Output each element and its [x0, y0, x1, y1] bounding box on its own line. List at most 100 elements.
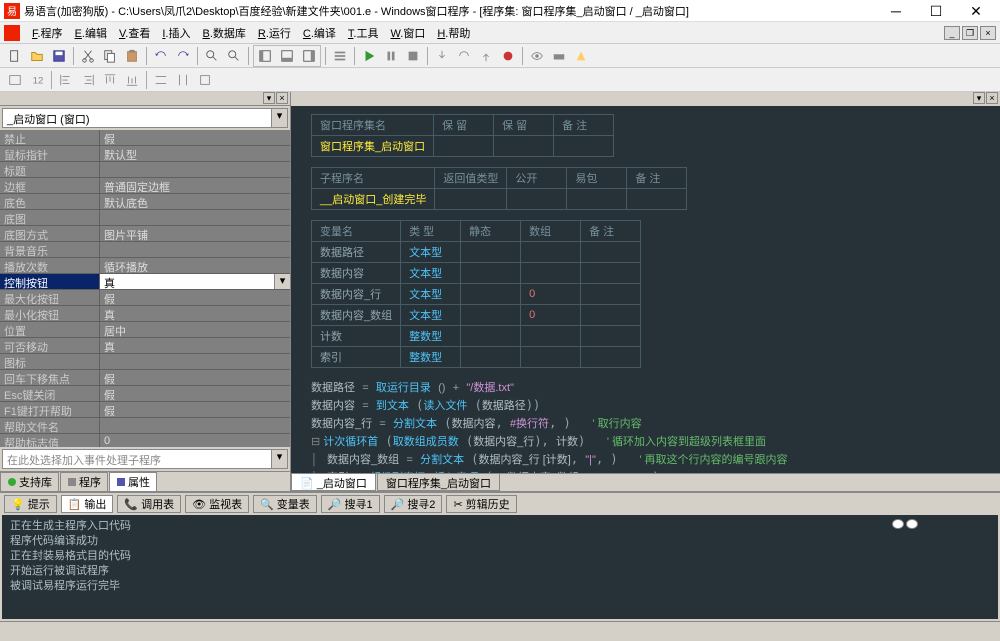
same-size-button[interactable]: [194, 70, 216, 90]
menu-v[interactable]: V.查看: [113, 23, 156, 43]
property-row[interactable]: 底色默认底色: [0, 194, 290, 210]
property-row[interactable]: 图标: [0, 354, 290, 370]
close-button[interactable]: ✕: [956, 0, 996, 22]
property-row[interactable]: 标题: [0, 162, 290, 178]
output-tab-7[interactable]: ✂ 剪辑历史: [446, 495, 516, 513]
same-height-button[interactable]: [172, 70, 194, 90]
event-selector[interactable]: 在此处选择加入事件处理子程序 ▾: [2, 449, 288, 469]
property-value[interactable]: 普通固定边框: [100, 178, 290, 193]
mdi-minimize-button[interactable]: _: [944, 26, 960, 40]
step-into-button[interactable]: [431, 46, 453, 66]
property-value[interactable]: 图片平铺: [100, 226, 290, 241]
step-out-button[interactable]: [475, 46, 497, 66]
property-row[interactable]: 鼠标指针默认型: [0, 146, 290, 162]
same-width-button[interactable]: [150, 70, 172, 90]
property-row[interactable]: 位置居中: [0, 322, 290, 338]
output-tab-0[interactable]: 💡 提示: [4, 495, 57, 513]
stop-button[interactable]: [402, 46, 424, 66]
property-value[interactable]: 假: [100, 290, 290, 305]
property-row[interactable]: 帮助标志值0: [0, 434, 290, 447]
align-left-button[interactable]: [55, 70, 77, 90]
save-button[interactable]: [48, 46, 70, 66]
dropdown-icon[interactable]: ▾: [271, 450, 287, 468]
tab-support-lib[interactable]: 支持库: [0, 472, 59, 491]
menu-b[interactable]: B.数据库: [196, 23, 251, 43]
property-row[interactable]: 帮助文件名: [0, 418, 290, 434]
property-row[interactable]: 禁止假: [0, 130, 290, 146]
align-top-button[interactable]: [99, 70, 121, 90]
cut-button[interactable]: [77, 46, 99, 66]
output-content[interactable]: 正在生成主程序入口代码程序代码编译成功正在封装易格式目的代码开始运行被调试程序被…: [2, 515, 998, 619]
property-row[interactable]: 播放次数循环播放: [0, 258, 290, 274]
menu-e[interactable]: E.编辑: [69, 23, 113, 43]
property-value[interactable]: [100, 210, 290, 225]
watch-button[interactable]: [526, 46, 548, 66]
property-value[interactable]: [100, 418, 290, 433]
panel-toggle-1[interactable]: [254, 46, 276, 66]
property-row[interactable]: 最大化按钮假: [0, 290, 290, 306]
compile-button[interactable]: [548, 46, 570, 66]
menu-f[interactable]: F.程序: [26, 23, 69, 43]
code-editor[interactable]: 窗口程序集名保 留保 留备 注 窗口程序集_启动窗口 子程序名返回值类型公开易包…: [291, 106, 1000, 473]
output-tab-6[interactable]: 🔎 搜寻2: [384, 495, 443, 513]
editor-close-button[interactable]: ×: [986, 92, 998, 104]
menu-h[interactable]: H.帮助: [431, 23, 476, 43]
property-row[interactable]: 最小化按钮真: [0, 306, 290, 322]
property-value[interactable]: 假: [100, 402, 290, 417]
redo-button[interactable]: [172, 46, 194, 66]
find-next-button[interactable]: [223, 46, 245, 66]
editor-tab-window[interactable]: 📄 _启动窗口: [291, 474, 376, 491]
output-tab-4[interactable]: 🔍 变量表: [253, 495, 317, 513]
tab-properties[interactable]: 属性: [109, 472, 157, 491]
property-row[interactable]: 底图: [0, 210, 290, 226]
property-value[interactable]: 假: [100, 370, 290, 385]
property-value[interactable]: [100, 354, 290, 369]
editor-tab-assembly[interactable]: 窗口程序集_启动窗口: [377, 474, 500, 491]
property-value[interactable]: 真: [100, 306, 290, 321]
maximize-button[interactable]: ☐: [916, 0, 956, 22]
property-grid[interactable]: 禁止假鼠标指针默认型标题边框普通固定边框底色默认底色底图底图方式图片平铺背景音乐…: [0, 130, 290, 447]
menu-w[interactable]: W.窗口: [384, 23, 431, 43]
property-row[interactable]: 可否移动真: [0, 338, 290, 354]
property-row[interactable]: 背景音乐: [0, 242, 290, 258]
copy-button[interactable]: [99, 46, 121, 66]
build-button[interactable]: [570, 46, 592, 66]
menu-t[interactable]: T.工具: [342, 23, 385, 43]
panel-toggle-3[interactable]: [298, 46, 320, 66]
object-selector[interactable]: _启动窗口 (窗口) ▾: [2, 108, 288, 128]
output-tab-1[interactable]: 📋 输出: [61, 495, 114, 513]
undo-button[interactable]: [150, 46, 172, 66]
property-row[interactable]: 边框普通固定边框: [0, 178, 290, 194]
output-tab-5[interactable]: 🔎 搜寻1: [321, 495, 380, 513]
find-button[interactable]: [201, 46, 223, 66]
paste-button[interactable]: [121, 46, 143, 66]
property-row[interactable]: Esc键关闭假: [0, 386, 290, 402]
output-tab-3[interactable]: 👁 监视表: [185, 495, 249, 513]
tab-order-button[interactable]: 12: [26, 70, 48, 90]
property-value[interactable]: [100, 162, 290, 177]
align-right-button[interactable]: [77, 70, 99, 90]
dropdown-icon[interactable]: ▾: [274, 274, 290, 289]
mdi-close-button[interactable]: ×: [980, 26, 996, 40]
breakpoint-button[interactable]: [497, 46, 519, 66]
tab-program[interactable]: 程序: [60, 472, 108, 491]
panel-close-button[interactable]: ×: [276, 92, 288, 104]
property-value[interactable]: 真: [100, 274, 274, 289]
menu-c[interactable]: C.编译: [297, 23, 342, 43]
property-value[interactable]: 循环播放: [100, 258, 290, 273]
property-value[interactable]: [100, 242, 290, 257]
property-value[interactable]: 0: [100, 434, 290, 447]
run-button[interactable]: [358, 46, 380, 66]
property-value[interactable]: 默认底色: [100, 194, 290, 209]
preview-button[interactable]: [4, 70, 26, 90]
property-value[interactable]: 默认型: [100, 146, 290, 161]
align-bottom-button[interactable]: [121, 70, 143, 90]
minimize-button[interactable]: ─: [876, 0, 916, 22]
property-value[interactable]: 真: [100, 338, 290, 353]
property-row[interactable]: 回车下移焦点假: [0, 370, 290, 386]
editor-float-button[interactable]: ▾: [973, 92, 985, 104]
menu-r[interactable]: R.运行: [252, 23, 297, 43]
property-value[interactable]: 假: [100, 130, 290, 145]
property-value[interactable]: 假: [100, 386, 290, 401]
open-button[interactable]: [26, 46, 48, 66]
